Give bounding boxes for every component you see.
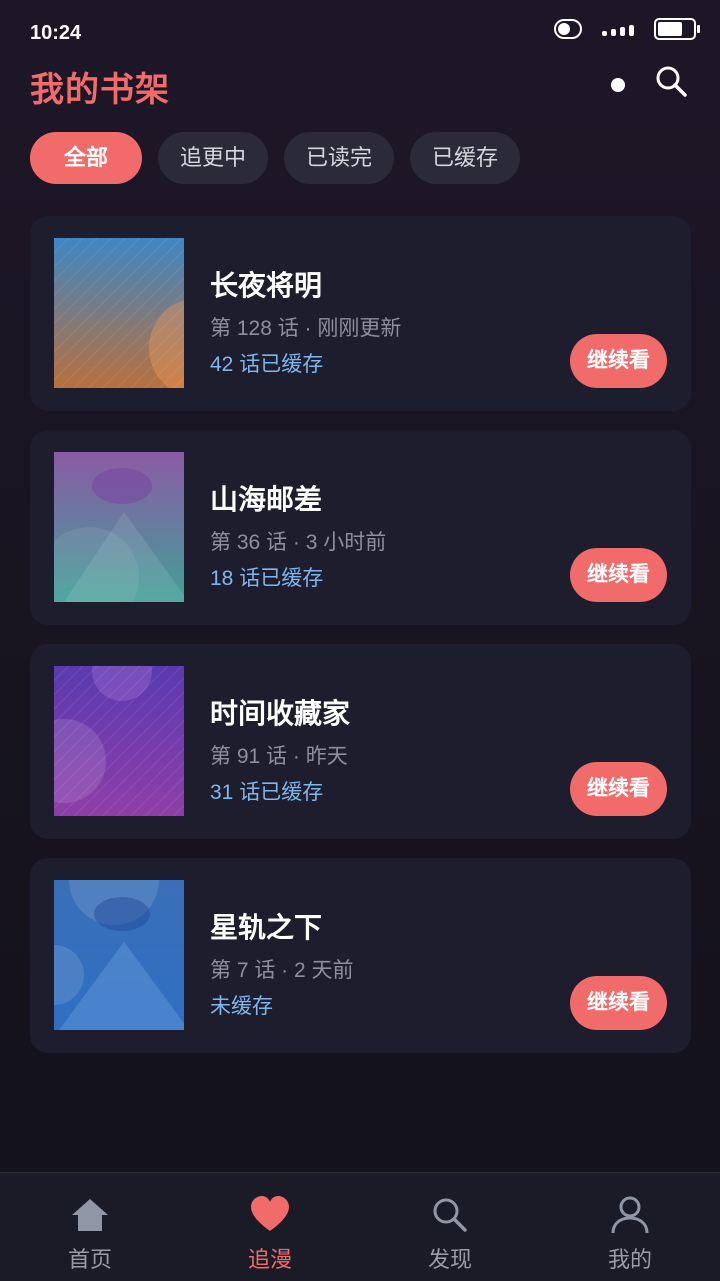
- book-card[interactable]: 时间收藏家 第 91 话 · 昨天 31 话已缓存 继续看: [30, 644, 691, 839]
- search-icon: [433, 1198, 467, 1232]
- tab-home[interactable]: 首页: [0, 1173, 180, 1281]
- book-title: 星轨之下: [210, 912, 323, 943]
- heart-icon: [251, 1196, 289, 1231]
- tab-discover[interactable]: 发现: [360, 1173, 540, 1281]
- search-icon: [656, 66, 687, 97]
- book-cache-status: 18 话已缓存: [210, 567, 324, 590]
- book-title: 长夜将明: [210, 270, 323, 301]
- book-cover[interactable]: [54, 666, 184, 816]
- filter-chip-finished[interactable]: 已读完: [284, 132, 395, 184]
- tab-label: 首页: [67, 1247, 112, 1272]
- filter-chip-cached[interactable]: 已缓存: [410, 132, 521, 184]
- user-icon: [611, 1196, 649, 1234]
- book-title: 时间收藏家: [210, 698, 351, 729]
- battery-icon: [654, 18, 700, 40]
- filter-chip-following[interactable]: 追更中: [158, 132, 269, 184]
- tab-profile[interactable]: 我的: [540, 1173, 720, 1281]
- status-bar: 10:24: [0, 0, 720, 64]
- book-card[interactable]: 山海邮差 第 36 话 · 3 小时前 18 话已缓存 继续看: [30, 430, 691, 625]
- home-icon: [72, 1199, 108, 1231]
- bottom-tab-bar: 首页 追漫 发现 我的: [0, 1172, 720, 1281]
- book-card[interactable]: 长夜将明 第 128 话 · 刚刚更新 42 话已缓存 继续看: [30, 216, 691, 411]
- toggle-icon: [554, 19, 582, 39]
- signal-icon: [602, 22, 634, 36]
- tab-label: 我的: [607, 1247, 652, 1272]
- book-cache-status: 未缓存: [210, 995, 273, 1018]
- status-time: 10:24: [30, 22, 82, 44]
- book-meta: 第 91 话 · 昨天: [210, 745, 348, 768]
- tab-label: 追漫: [247, 1247, 292, 1272]
- search-button[interactable]: [652, 62, 692, 102]
- continue-button[interactable]: 继续看: [570, 548, 667, 602]
- book-cache-status: 31 话已缓存: [210, 781, 324, 804]
- book-meta: 第 36 话 · 3 小时前: [210, 531, 387, 554]
- book-title: 山海邮差: [210, 484, 323, 515]
- filter-chips: 全部 追更中 已读完 已缓存: [30, 132, 521, 184]
- notification-dot-icon[interactable]: [611, 78, 625, 92]
- continue-button[interactable]: 继续看: [570, 762, 667, 816]
- tab-following[interactable]: 追漫: [180, 1173, 360, 1281]
- continue-button[interactable]: 继续看: [570, 334, 667, 388]
- book-cover[interactable]: [54, 452, 184, 602]
- book-card[interactable]: 星轨之下 第 7 话 · 2 天前 未缓存 继续看: [30, 858, 691, 1053]
- book-meta: 第 128 话 · 刚刚更新: [210, 317, 402, 340]
- book-meta: 第 7 话 · 2 天前: [210, 959, 354, 982]
- book-cache-status: 42 话已缓存: [210, 353, 324, 376]
- continue-button[interactable]: 继续看: [570, 976, 667, 1030]
- filter-chip-all[interactable]: 全部: [30, 132, 143, 184]
- book-cover[interactable]: [54, 880, 184, 1030]
- tab-label: 发现: [427, 1247, 472, 1272]
- page-title: 我的书架: [30, 71, 170, 109]
- book-cover[interactable]: [54, 238, 184, 388]
